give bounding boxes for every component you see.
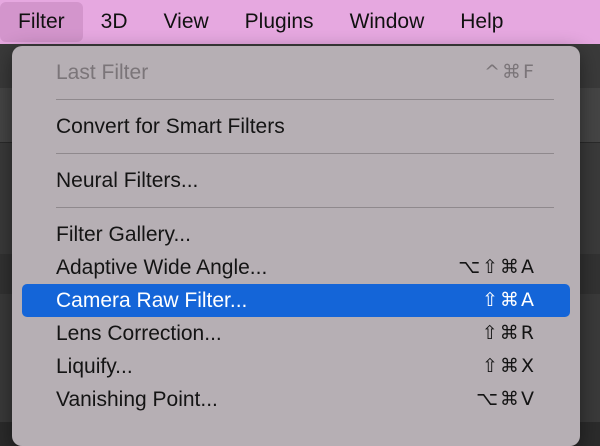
menubar-help[interactable]: Help bbox=[442, 0, 521, 44]
menu-item-shortcut: ⇧⌘R bbox=[481, 322, 536, 344]
menubar-plugins[interactable]: Plugins bbox=[227, 0, 332, 44]
menu-item-shortcut: ^⌘F bbox=[484, 61, 536, 83]
menubar-window[interactable]: Window bbox=[332, 0, 443, 44]
filter-dropdown-menu: Last Filter ^⌘F Convert for Smart Filter… bbox=[12, 46, 580, 446]
menu-item-adaptive-wide-angle[interactable]: Adaptive Wide Angle... ⌥⇧⌘A bbox=[22, 251, 570, 284]
menu-item-vanishing-point[interactable]: Vanishing Point... ⌥⌘V bbox=[22, 383, 570, 416]
menu-item-label: Convert for Smart Filters bbox=[56, 115, 285, 138]
menu-item-label: Liquify... bbox=[56, 355, 133, 378]
menu-item-shortcut: ⇧⌘A bbox=[482, 289, 536, 311]
menubar-3d[interactable]: 3D bbox=[83, 0, 146, 44]
menu-separator bbox=[56, 207, 554, 208]
menu-item-shortcut: ⌥⇧⌘A bbox=[458, 256, 536, 278]
menu-item-label: Last Filter bbox=[56, 61, 149, 84]
menu-item-neural-filters[interactable]: Neural Filters... bbox=[22, 164, 570, 197]
menu-item-camera-raw-filter[interactable]: Camera Raw Filter... ⇧⌘A bbox=[22, 284, 570, 317]
menu-item-last-filter: Last Filter ^⌘F bbox=[22, 56, 570, 89]
menu-item-label: Vanishing Point... bbox=[56, 388, 218, 411]
menu-separator bbox=[56, 99, 554, 100]
menu-bar: Filter 3D View Plugins Window Help bbox=[0, 0, 600, 44]
menu-separator bbox=[56, 153, 554, 154]
menu-item-filter-gallery[interactable]: Filter Gallery... bbox=[22, 218, 570, 251]
menu-item-liquify[interactable]: Liquify... ⇧⌘X bbox=[22, 350, 570, 383]
menubar-filter[interactable]: Filter bbox=[0, 2, 83, 42]
menu-item-lens-correction[interactable]: Lens Correction... ⇧⌘R bbox=[22, 317, 570, 350]
menu-item-label: Camera Raw Filter... bbox=[56, 289, 248, 312]
menu-item-label: Neural Filters... bbox=[56, 169, 199, 192]
menu-item-shortcut: ⇧⌘X bbox=[482, 355, 536, 377]
menu-item-label: Lens Correction... bbox=[56, 322, 222, 345]
menu-item-label: Adaptive Wide Angle... bbox=[56, 256, 268, 279]
menu-item-label: Filter Gallery... bbox=[56, 223, 191, 246]
menu-item-shortcut: ⌥⌘V bbox=[476, 388, 536, 410]
menubar-view[interactable]: View bbox=[146, 0, 227, 44]
menu-item-convert-for-smart-filters[interactable]: Convert for Smart Filters bbox=[22, 110, 570, 143]
